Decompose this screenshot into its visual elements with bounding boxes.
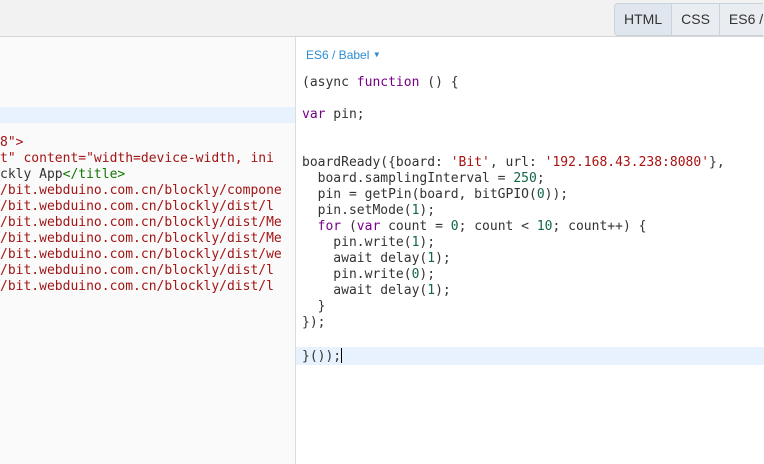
code-text: );	[419, 203, 436, 218]
active-line-highlight	[296, 347, 764, 365]
code-text: ;	[536, 171, 545, 186]
code-text: () {	[419, 75, 459, 90]
code-text: pin.setMode(	[302, 203, 412, 218]
tab-html[interactable]: HTML	[615, 4, 673, 35]
panel-tabs: HTML CSS ES6 /	[614, 3, 764, 36]
code-number: 1	[427, 283, 436, 298]
code-number: 10	[536, 219, 553, 234]
text-cursor	[341, 348, 343, 363]
code-line: /bit.webduino.com.cn/blockly/dist/Me	[0, 231, 282, 246]
code-line: }	[302, 299, 326, 314]
code-line: /bit.webduino.com.cn/blockly/dist/l	[0, 279, 274, 294]
code-text: (	[341, 219, 357, 234]
code-text: boardReady({board:	[302, 155, 451, 170]
code-line: /bit.webduino.com.cn/blockly/compone	[0, 183, 282, 198]
code-line: /bit.webduino.com.cn/blockly/dist/l	[0, 199, 274, 214]
code-text: await delay(	[302, 251, 428, 266]
code-text: count =	[380, 219, 451, 234]
editor-toolbar: HTML CSS ES6 /	[0, 0, 764, 37]
code-line: }());	[302, 348, 343, 364]
code-line: /bit.webduino.com.cn/blockly/dist/l	[0, 263, 274, 278]
code-line: (async function () {	[302, 75, 459, 91]
code-line: await delay(1);	[302, 283, 451, 299]
code-tag: </title>	[62, 167, 126, 182]
tab-es6[interactable]: ES6 /	[720, 4, 763, 35]
code-text: await delay(	[302, 283, 428, 298]
code-text: },	[709, 155, 725, 170]
code-text: ));	[544, 187, 569, 202]
code-text: pin = getPin(board, bitGPIO(	[302, 187, 537, 202]
code-text: pin.write(	[302, 267, 412, 282]
code-line: var pin;	[302, 107, 365, 123]
code-text: , url:	[489, 155, 545, 170]
code-text: ; count <	[458, 219, 537, 234]
code-number: 0	[450, 219, 459, 234]
tab-css[interactable]: CSS	[672, 4, 720, 35]
code-text: );	[419, 235, 436, 250]
code-line: pin.write(0);	[302, 267, 435, 283]
code-text: );	[435, 283, 451, 298]
code-text: );	[419, 267, 436, 282]
html-editor[interactable]: 8"> t" content="width=device-width, ini …	[0, 37, 295, 464]
code-number: 1	[427, 251, 436, 266]
code-line: pin.setMode(1);	[302, 203, 435, 219]
code-line: t" content="width=device-width, ini	[0, 151, 274, 166]
code-keyword: var	[302, 107, 326, 122]
code-keyword: var	[356, 219, 381, 234]
code-keyword: function	[356, 75, 420, 90]
code-text: pin.write(	[302, 235, 412, 250]
code-line: for (var count = 0; count < 10; count++)…	[302, 219, 647, 235]
code-text: ckly App	[0, 167, 63, 182]
code-line: boardReady({board: 'Bit', url: '192.168.…	[302, 155, 725, 171]
language-select[interactable]: ES6 / Babel ▼	[306, 48, 379, 62]
code-text: (async	[302, 75, 357, 90]
code-line: 8">	[0, 135, 24, 150]
code-text: board.samplingInterval =	[302, 171, 514, 186]
code-line: pin.write(1);	[302, 235, 435, 251]
code-line: ckly App</title>	[0, 167, 125, 183]
code-text: );	[435, 251, 451, 266]
code-string: 'Bit'	[450, 155, 490, 170]
code-keyword: for	[302, 219, 342, 234]
code-number: 250	[513, 171, 537, 186]
code-number: 0	[536, 187, 545, 202]
language-label: ES6 / Babel	[306, 48, 370, 62]
code-string: '192.168.43.238:8080'	[544, 155, 710, 170]
chevron-down-icon: ▼	[374, 50, 380, 59]
code-line: });	[302, 315, 326, 330]
code-line: pin = getPin(board, bitGPIO(0));	[302, 187, 568, 203]
code-text: ; count++) {	[552, 219, 647, 234]
code-text: }());	[302, 349, 342, 364]
code-text: pin;	[325, 107, 365, 122]
code-line: /bit.webduino.com.cn/blockly/dist/Me	[0, 215, 282, 230]
code-line: await delay(1);	[302, 251, 451, 267]
code-line: /bit.webduino.com.cn/blockly/dist/we	[0, 247, 282, 262]
js-editor[interactable]: ES6 / Babel ▼ (async function () { var pi…	[296, 37, 764, 464]
active-line-highlight	[0, 107, 295, 123]
code-line: board.samplingInterval = 250;	[302, 171, 545, 187]
